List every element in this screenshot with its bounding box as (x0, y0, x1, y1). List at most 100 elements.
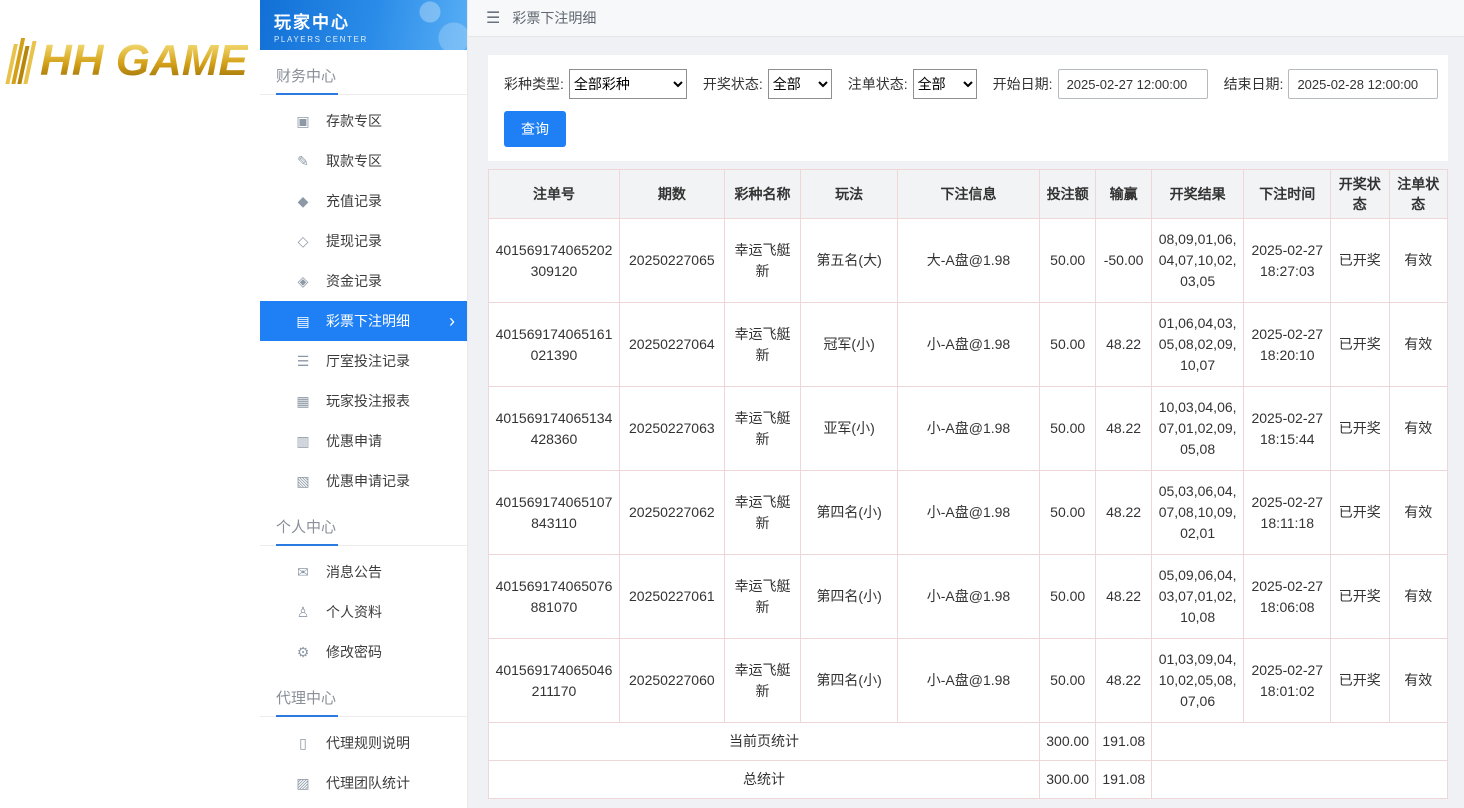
table-header-row: 注单号期数彩种名称玩法下注信息投注额输赢开奖结果下注时间开奖状态注单状态 (489, 170, 1448, 219)
cell-result: 10,03,04,06,07,01,02,09,05,08 (1151, 387, 1244, 471)
cell-bet_info: 小-A盘@1.98 (897, 639, 1039, 723)
order-status-select[interactable]: 全部 (913, 69, 977, 99)
cell-issue: 20250227060 (619, 639, 724, 723)
lottery-ticket-icon: ▤ (294, 313, 312, 330)
sidebar-item-funds-record[interactable]: ◈资金记录 (260, 261, 467, 301)
summary-empty-cell (1151, 723, 1447, 761)
sidebar-item-label: 取款专区 (326, 151, 382, 171)
cell-issue: 20250227062 (619, 471, 724, 555)
report-icon: ▦ (294, 393, 312, 410)
logo-bars-icon (4, 34, 38, 86)
cash-out-icon: ◇ (294, 233, 312, 250)
sidebar-item-announcement[interactable]: ✉ 消息公告 (260, 552, 467, 592)
cell-result: 05,09,06,04,03,07,01,02,10,08 (1151, 555, 1244, 639)
sidebar-item-agent-rules[interactable]: ▯代理规则说明 (260, 723, 467, 763)
cell-win_loss: 48.22 (1096, 471, 1151, 555)
sidebar-item-label: 玩家投注报表 (326, 391, 410, 411)
sidebar-section-title: 代理中心 (260, 672, 467, 717)
summary-bet-amount: 300.00 (1039, 761, 1095, 799)
money-bag-icon: ◆ (294, 193, 312, 210)
cell-win_loss: 48.22 (1096, 303, 1151, 387)
sidebar-item-promo-apply[interactable]: ▥优惠申请 (260, 421, 467, 461)
cell-bet_info: 小-A盘@1.98 (897, 471, 1039, 555)
sidebar-item-player-bet-report[interactable]: ▦ 玩家投注报表 (260, 381, 467, 421)
sidebar-item-label: 彩票下注明细 (326, 311, 410, 331)
cell-issue: 20250227065 (619, 219, 724, 303)
cell-bet_info: 小-A盘@1.98 (897, 555, 1039, 639)
column-header-issue: 期数 (619, 170, 724, 219)
draw-status-label: 开奖状态: (703, 74, 763, 94)
query-button[interactable]: 查询 (504, 111, 566, 147)
cell-win_loss: 48.22 (1096, 555, 1151, 639)
cell-bet_amount: 50.00 (1039, 387, 1095, 471)
bell-icon: ✉ (294, 564, 312, 581)
sidebar-menu: 财务中心▣存款专区✎取款专区◆充值记录◇提现记录◈资金记录▤彩票下注明细›☰厅室… (260, 50, 467, 808)
column-header-order_status: 注单状态 (1389, 170, 1448, 219)
sidebar-item-label: 个人资料 (326, 602, 382, 622)
sidebar-item-label: 资金记录 (326, 271, 382, 291)
cell-order_no: 401569174065107843110 (489, 471, 620, 555)
sidebar-item-label: 消息公告 (326, 562, 382, 582)
sidebar-item-recharge-record[interactable]: ◆ 充值记录 (260, 181, 467, 221)
cell-play: 冠军(小) (801, 303, 898, 387)
menu-toggle-icon[interactable]: ☰ (486, 8, 500, 28)
column-header-lottery: 彩种名称 (724, 170, 801, 219)
column-header-draw_status: 开奖状态 (1331, 170, 1389, 219)
cell-order_status: 有效 (1389, 387, 1448, 471)
list-icon: ☰ (294, 353, 312, 370)
order-status-label: 注单状态: (848, 74, 908, 94)
withdraw-hand-icon: ✎ (294, 153, 312, 170)
brand-logo-text: HH GAME (40, 36, 248, 86)
cell-lottery: 幸运飞艇新 (724, 555, 801, 639)
cell-bet_time: 2025-02-27 18:20:10 (1244, 303, 1331, 387)
bet-table: 注单号期数彩种名称玩法下注信息投注额输赢开奖结果下注时间开奖状态注单状态 401… (488, 169, 1448, 799)
cell-bet_info: 大-A盘@1.98 (897, 219, 1039, 303)
sidebar-item-label: 代理规则说明 (326, 733, 410, 753)
start-date-label: 开始日期: (993, 74, 1053, 94)
sidebar-item-lottery-bet-detail[interactable]: ▤ 彩票下注明细 › (260, 301, 467, 341)
sidebar-item-deposit[interactable]: ▣存款专区 (260, 101, 467, 141)
column-header-bet_amount: 投注额 (1039, 170, 1095, 219)
bet-row: 40156917406516102139020250227064幸运飞艇新冠军(… (489, 303, 1448, 387)
user-icon: ♙ (294, 604, 312, 621)
bar-chart-icon: ▨ (294, 775, 312, 792)
cell-bet_time: 2025-02-27 18:01:02 (1244, 639, 1331, 723)
cell-play: 第五名(大) (801, 219, 898, 303)
cell-result: 05,03,06,04,07,08,10,09,02,01 (1151, 471, 1244, 555)
end-date-input[interactable] (1288, 69, 1438, 99)
draw-status-select[interactable]: 全部 (768, 69, 832, 99)
sidebar-header: 玩家中心 PLAYERS CENTER (260, 0, 467, 50)
cell-lottery: 幸运飞艇新 (724, 387, 801, 471)
summary-empty-cell (1151, 761, 1447, 799)
cell-bet_amount: 50.00 (1039, 471, 1095, 555)
sidebar-item-label: 充值记录 (326, 191, 382, 211)
cell-bet_time: 2025-02-27 18:27:03 (1244, 219, 1331, 303)
cell-bet_amount: 50.00 (1039, 639, 1095, 723)
cell-draw_status: 已开奖 (1331, 555, 1389, 639)
cell-result: 01,03,09,04,10,02,05,08,07,06 (1151, 639, 1244, 723)
sidebar-item-hall-bet-record[interactable]: ☰厅室投注记录 (260, 341, 467, 381)
sidebar-item-profile[interactable]: ♙ 个人资料 (260, 592, 467, 632)
cell-bet_amount: 50.00 (1039, 555, 1095, 639)
logo-pane: HH GAME (0, 0, 260, 808)
coupon-records-icon: ▧ (294, 473, 312, 490)
cell-order_no: 401569174065076881070 (489, 555, 620, 639)
cell-draw_status: 已开奖 (1331, 387, 1389, 471)
summary-label: 总统计 (489, 761, 1040, 799)
sidebar-item-withdrawal-record[interactable]: ◇提现记录 (260, 221, 467, 261)
lottery-type-select[interactable]: 全部彩种 (569, 69, 687, 99)
cell-draw_status: 已开奖 (1331, 471, 1389, 555)
cell-bet_amount: 50.00 (1039, 303, 1095, 387)
sidebar-item-change-password[interactable]: ⚙修改密码 (260, 632, 467, 672)
cell-result: 01,06,04,03,05,08,02,09,10,07 (1151, 303, 1244, 387)
sidebar-item-promo-record[interactable]: ▧优惠申请记录 (260, 461, 467, 501)
cell-order_no: 401569174065202309120 (489, 219, 620, 303)
cell-order_status: 有效 (1389, 303, 1448, 387)
chevron-right-icon: › (449, 312, 455, 330)
sidebar-item-agent-team[interactable]: ▨ 代理团队统计 (260, 763, 467, 803)
start-date-input[interactable] (1058, 69, 1208, 99)
sidebar-item-withdraw[interactable]: ✎ 取款专区 (260, 141, 467, 181)
sidebar-item-label: 代理团队统计 (326, 773, 410, 793)
cell-order_status: 有效 (1389, 639, 1448, 723)
main-area: ☰ 彩票下注明细 彩种类型:全部彩种开奖状态:全部注单状态:全部开始日期:结束日… (468, 0, 1464, 808)
